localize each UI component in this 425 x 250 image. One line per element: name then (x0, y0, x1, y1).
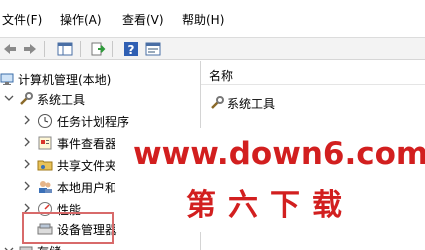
tree-item-root[interactable]: 计算机管理(本地) (0, 69, 200, 89)
list-item-label: 系统工具 (227, 97, 276, 111)
users-icon (37, 179, 53, 195)
tree-label: 系统工具 (37, 93, 86, 107)
tree-label: 共享文件夹 (57, 159, 118, 173)
clock-icon (37, 113, 53, 129)
shared-folder-icon (37, 157, 53, 173)
svg-text:?: ? (128, 43, 135, 57)
tree-label: 存储 (37, 243, 61, 250)
tree-label: 事件查看器 (57, 137, 118, 151)
chevron-right-icon[interactable] (22, 180, 32, 192)
toolbar-separator (112, 41, 113, 57)
storage-icon (18, 243, 34, 250)
chevron-down-icon[interactable] (4, 244, 14, 250)
toolbar-separator (80, 41, 81, 57)
chevron-down-icon[interactable] (4, 92, 14, 104)
tree-item-system-tools[interactable]: 系统工具 (0, 89, 200, 109)
chevron-right-icon[interactable] (22, 136, 32, 148)
highlight-box (22, 212, 114, 244)
menu-help[interactable]: 帮助(H) (182, 11, 224, 28)
menu-view[interactable]: 查看(V) (122, 11, 164, 28)
chevron-right-icon[interactable] (22, 114, 32, 126)
toolbar-separator (44, 41, 45, 57)
menu-file[interactable]: 文件(F) (2, 11, 42, 28)
watermark-url: www.down6.com (133, 136, 425, 172)
list-item[interactable]: 系统工具 (209, 93, 419, 113)
tools-icon (18, 91, 34, 107)
column-header-name[interactable]: 名称 (201, 61, 425, 85)
forward-arrow-icon[interactable] (22, 41, 38, 57)
column-header-label: 名称 (209, 69, 234, 83)
menu-action[interactable]: 操作(A) (60, 11, 102, 28)
show-hide-tree-icon[interactable] (57, 41, 73, 57)
computer-management-icon (0, 71, 16, 87)
properties-icon[interactable] (145, 41, 161, 57)
event-viewer-icon (37, 135, 53, 151)
export-list-icon[interactable] (90, 41, 106, 57)
toolbar: ? (0, 38, 425, 60)
watermark-text: 第六下载 (186, 188, 354, 223)
tree-label: 计算机管理(本地) (18, 73, 112, 87)
back-arrow-icon[interactable] (2, 41, 18, 57)
tools-icon (209, 95, 225, 111)
chevron-right-icon[interactable] (22, 158, 32, 170)
help-icon[interactable]: ? (123, 41, 139, 57)
menu-bar: 文件(F) 操作(A) 查看(V) 帮助(H) (0, 0, 425, 38)
